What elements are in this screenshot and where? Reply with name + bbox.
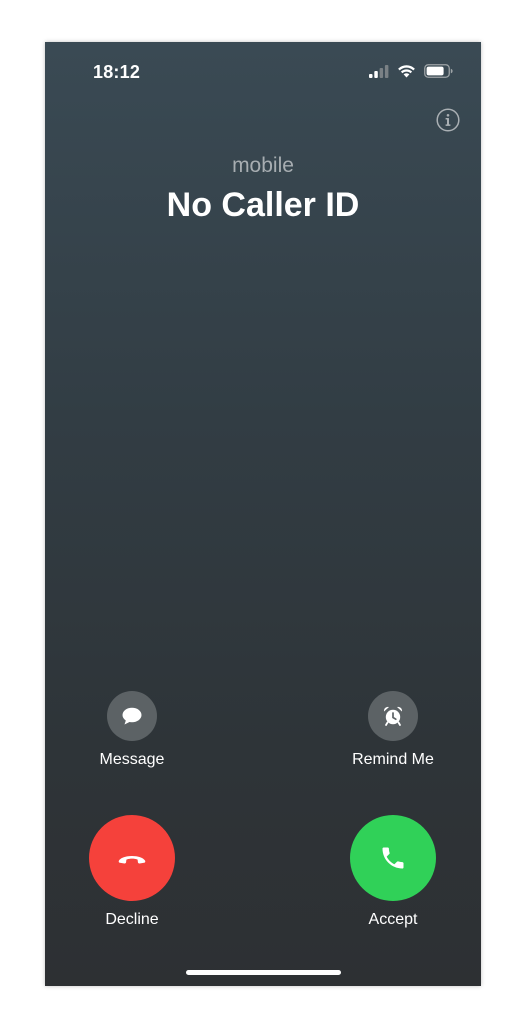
remind-me-button[interactable]	[368, 691, 418, 741]
phone-hangup-icon	[118, 856, 146, 864]
decline-action[interactable]: Decline	[72, 815, 192, 929]
alarm-clock-icon	[383, 706, 403, 726]
message-action[interactable]: Message	[72, 691, 192, 769]
caller-name: No Caller ID	[166, 186, 360, 224]
accept-action[interactable]: Accept	[333, 815, 453, 929]
status-bar: 18:12	[45, 42, 481, 102]
decline-label: Decline	[105, 911, 159, 928]
remind-me-action[interactable]: Remind Me	[333, 691, 453, 769]
phone-icon	[382, 847, 404, 869]
battery-icon	[424, 64, 453, 78]
wifi-icon	[398, 65, 415, 78]
status-icons	[369, 63, 453, 79]
accept-label: Accept	[368, 911, 418, 928]
decline-button[interactable]	[89, 815, 175, 901]
home-indicator[interactable]	[186, 970, 341, 975]
incoming-call-screen: 18:12 mobile No Caller ID Message Remind…	[45, 42, 481, 986]
accept-button[interactable]	[350, 815, 436, 901]
status-time: 18:12	[93, 62, 141, 82]
caller-label: mobile	[232, 154, 294, 177]
message-label: Message	[99, 751, 165, 768]
cellular-signal-icon	[369, 64, 389, 78]
info-icon[interactable]	[436, 108, 460, 132]
speech-bubble-icon	[122, 707, 142, 725]
remind-me-label: Remind Me	[352, 751, 434, 768]
message-button[interactable]	[107, 691, 157, 741]
